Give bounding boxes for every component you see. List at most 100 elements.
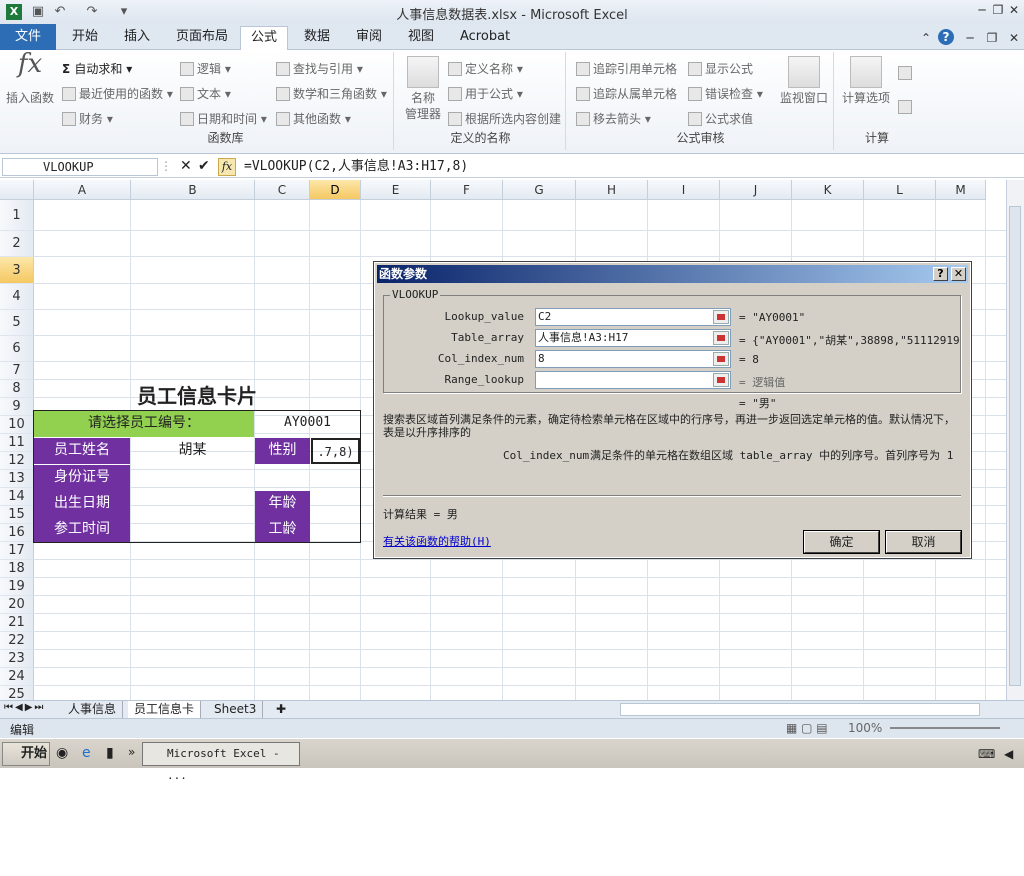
cancel-formula-icon[interactable]: ✕	[180, 158, 192, 174]
wb-close-icon[interactable]: ✕	[1006, 30, 1022, 46]
insert-sheet-icon[interactable]: ✚	[270, 701, 292, 718]
math-button[interactable]: 数学和三角函数 ▾	[276, 85, 387, 102]
tab-review[interactable]: 审阅	[346, 26, 392, 50]
dialog-help-icon[interactable]: ?	[933, 267, 948, 281]
sheet-tab-active[interactable]: 员工信息卡	[128, 701, 202, 718]
lookup-value-input[interactable]: C2	[535, 308, 731, 326]
row-header-18[interactable]: 18	[0, 560, 34, 578]
help-link[interactable]: 有关该函数的帮助(H)	[383, 535, 491, 548]
tab-page-layout[interactable]: 页面布局	[166, 26, 238, 50]
tab-insert[interactable]: 插入	[114, 26, 160, 50]
row-header-8[interactable]: 8	[0, 380, 34, 398]
column-header-M[interactable]: M	[936, 180, 986, 200]
wb-restore-icon[interactable]: ❐	[984, 30, 1000, 46]
col-index-input[interactable]: 8	[535, 350, 731, 368]
calc-options-button[interactable]: 计算选项	[838, 56, 894, 106]
remove-arrows-button[interactable]: 移去箭头 ▾	[576, 110, 651, 127]
recent-functions-button[interactable]: 最近使用的函数 ▾	[62, 85, 173, 102]
row-header-1[interactable]: 1	[0, 200, 34, 231]
collapse-dialog-icon[interactable]	[713, 352, 729, 366]
row-header-6[interactable]: 6	[0, 336, 34, 362]
create-from-selection-button[interactable]: 根据所选内容创建	[448, 110, 561, 127]
watch-window-button[interactable]: 监视窗口	[776, 56, 832, 106]
row-header-25[interactable]: 25	[0, 686, 34, 700]
column-header-I[interactable]: I	[648, 180, 720, 200]
excel-task-button[interactable]: Microsoft Excel - ...	[142, 742, 300, 782]
column-header-H[interactable]: H	[576, 180, 648, 200]
dialog-title-bar[interactable]: 函数参数 ? ✕	[377, 265, 968, 283]
keyboard-icon[interactable]: ⌨	[978, 747, 995, 761]
column-header-G[interactable]: G	[503, 180, 576, 200]
collapse-dialog-icon[interactable]	[713, 310, 729, 324]
start-button[interactable]: 开始	[2, 742, 50, 766]
restore-icon[interactable]: ❐	[990, 2, 1006, 18]
table-array-input[interactable]: 人事信息!A3:H17	[535, 329, 731, 347]
tab-home[interactable]: 开始	[62, 26, 108, 50]
tab-file[interactable]: 文件	[0, 24, 56, 50]
ie-icon[interactable]: e	[82, 745, 91, 761]
help-icon[interactable]: ?	[938, 29, 954, 45]
app-icon[interactable]: ▮	[106, 745, 114, 761]
enter-formula-icon[interactable]: ✔	[198, 158, 210, 174]
trace-precedents-button[interactable]: 追踪引用单元格	[576, 60, 677, 77]
row-header-23[interactable]: 23	[0, 650, 34, 668]
more-apps-icon[interactable]: »	[128, 745, 135, 759]
wb-minimize-icon[interactable]: ─	[962, 30, 978, 46]
name-manager-button[interactable]: 名称 管理器	[400, 56, 446, 122]
minimize-icon[interactable]: ─	[974, 2, 990, 18]
column-header-K[interactable]: K	[792, 180, 864, 200]
row-header-15[interactable]: 15	[0, 506, 34, 524]
error-checking-button[interactable]: 错误检查 ▾	[688, 85, 763, 102]
sheet-tab[interactable]: 人事信息	[62, 701, 124, 718]
evaluate-formula-button[interactable]: 公式求值	[688, 110, 753, 127]
row-header-13[interactable]: 13	[0, 470, 34, 488]
show-formulas-button[interactable]: 显示公式	[688, 60, 753, 77]
sheet-nav-icon[interactable]: ⏮◀▶⏭	[4, 702, 45, 713]
row-header-22[interactable]: 22	[0, 632, 34, 650]
view-buttons-icon[interactable]: ▦ ▢ ▤	[786, 721, 828, 735]
row-header-16[interactable]: 16	[0, 524, 34, 542]
lookup-button[interactable]: 查找与引用 ▾	[276, 60, 363, 77]
row-header-2[interactable]: 2	[0, 231, 34, 257]
dialog-close-icon[interactable]: ✕	[951, 267, 966, 281]
zoom-slider[interactable]	[890, 727, 1000, 729]
collapse-dialog-icon[interactable]	[713, 373, 729, 387]
tab-data[interactable]: 数据	[294, 26, 340, 50]
text-button[interactable]: 文本 ▾	[180, 85, 231, 102]
row-header-5[interactable]: 5	[0, 310, 34, 336]
row-header-7[interactable]: 7	[0, 362, 34, 380]
employee-id-cell[interactable]: AY0001	[255, 411, 360, 437]
row-header-4[interactable]: 4	[0, 284, 34, 310]
close-icon[interactable]: ✕	[1006, 2, 1022, 18]
row-header-12[interactable]: 12	[0, 452, 34, 470]
logical-button[interactable]: 逻辑 ▾	[180, 60, 231, 77]
range-lookup-input[interactable]	[535, 371, 731, 389]
row-header-19[interactable]: 19	[0, 578, 34, 596]
horizontal-scrollbar[interactable]	[620, 703, 980, 716]
autosum-button[interactable]: Σ 自动求和 ▾	[62, 60, 132, 77]
row-header-21[interactable]: 21	[0, 614, 34, 632]
more-functions-button[interactable]: 其他函数 ▾	[276, 110, 351, 127]
zoom-level[interactable]: 100%	[848, 721, 882, 735]
collapse-dialog-icon[interactable]	[713, 331, 729, 345]
calc-sheet-button[interactable]	[898, 100, 915, 114]
row-header-11[interactable]: 11	[0, 434, 34, 452]
ok-button[interactable]: 确定	[803, 530, 880, 554]
gender-cell[interactable]: .7,8)	[311, 438, 360, 464]
row-header-24[interactable]: 24	[0, 668, 34, 686]
row-header-17[interactable]: 17	[0, 542, 34, 560]
vertical-scrollbar[interactable]	[1006, 180, 1024, 700]
name-box[interactable]: VLOOKUP	[2, 158, 158, 176]
tab-formulas[interactable]: 公式	[240, 26, 289, 50]
insert-function-icon[interactable]: fx	[218, 158, 236, 176]
column-header-L[interactable]: L	[864, 180, 936, 200]
define-name-button[interactable]: 定义名称 ▾	[448, 60, 523, 77]
row-header-14[interactable]: 14	[0, 488, 34, 506]
row-header-3[interactable]: 3	[0, 257, 34, 284]
sheet-tab[interactable]: Sheet3	[208, 701, 264, 718]
column-header-F[interactable]: F	[431, 180, 503, 200]
desktop-icon[interactable]: ◉	[56, 745, 68, 761]
vertical-scroll-thumb[interactable]	[1009, 206, 1021, 686]
trace-dependents-button[interactable]: 追踪从属单元格	[576, 85, 677, 102]
cancel-button[interactable]: 取消	[885, 530, 962, 554]
